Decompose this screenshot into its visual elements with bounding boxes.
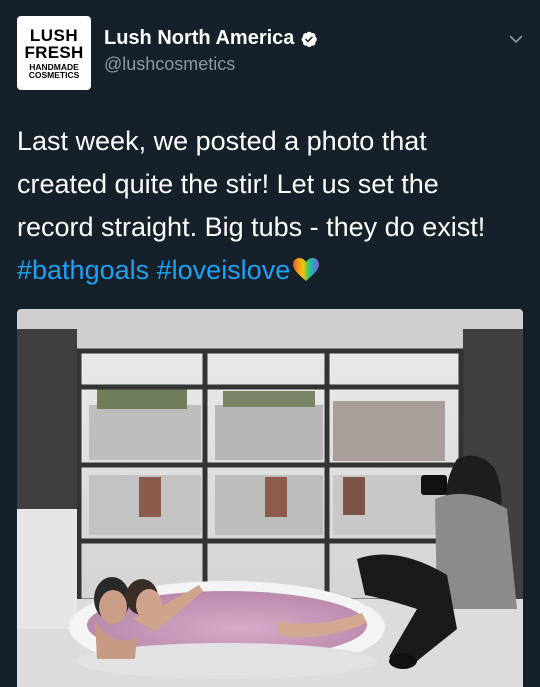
hashtag-loveislove[interactable]: #loveislove <box>157 255 291 285</box>
rainbow-heart-icon <box>293 258 320 281</box>
avatar[interactable]: LUSH FRESH HANDMADE COSMETICS <box>17 16 91 90</box>
tweet-text-line: record straight. Big tubs - they do exis… <box>17 212 486 242</box>
tweet-header: LUSH FRESH HANDMADE COSMETICS Lush North… <box>17 16 523 90</box>
tweet-photo[interactable] <box>17 309 523 687</box>
hashtag-line: #bathgoals #loveislove <box>17 249 527 292</box>
avatar-logo-text: COSMETICS <box>28 70 80 80</box>
bathroom-photo-image <box>17 309 523 687</box>
tweet-text-line: created quite the stir! Let us set the <box>17 169 439 199</box>
tweet-card[interactable]: LUSH FRESH HANDMADE COSMETICS Lush North… <box>0 0 540 687</box>
display-name[interactable]: Lush North America <box>104 27 294 50</box>
hashtag-bathgoals[interactable]: #bathgoals <box>17 255 149 285</box>
tweet-text: Last week, we posted a photo that create… <box>17 120 527 292</box>
avatar-logo-text: FRESH <box>24 42 84 62</box>
name-row: Lush North America <box>104 27 318 50</box>
tweet-text-line: Last week, we posted a photo that <box>17 126 427 156</box>
chevron-down-icon[interactable] <box>509 32 523 46</box>
verified-badge-icon <box>301 31 318 47</box>
avatar-logo-text: LUSH <box>29 25 79 45</box>
handle[interactable]: @lushcosmetics <box>104 54 235 75</box>
